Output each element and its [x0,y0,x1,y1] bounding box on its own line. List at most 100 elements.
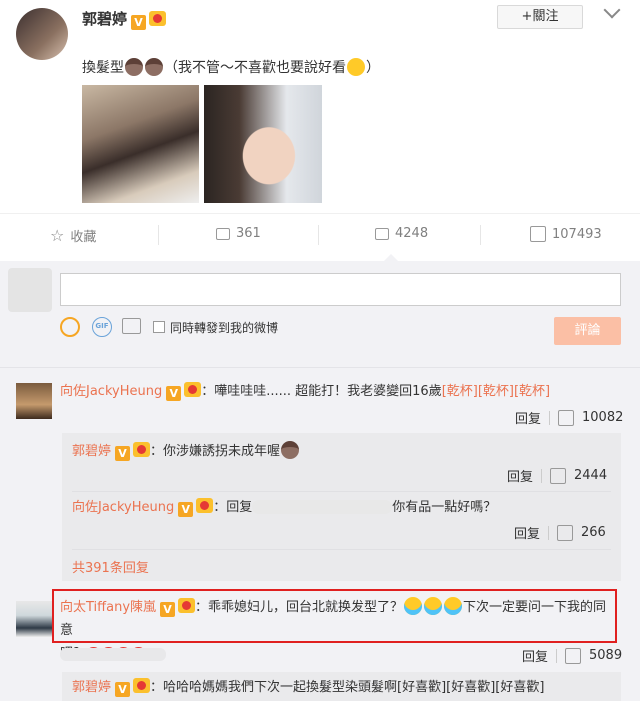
like-action[interactable]: 107493 [530,226,602,242]
sub-reply-author[interactable]: 郭碧婷 [72,680,111,695]
post-author-avatar[interactable] [16,8,68,60]
submit-comment-label: 評論 [574,323,601,338]
verified-icon: V [115,446,131,461]
sub-reply-text: ：哈哈哈媽媽我們下次一起換髮型染頭髮啊[好喜歡][好喜歡][好喜歡] [150,680,545,695]
divider [158,225,159,245]
post-author-row: 郭碧婷 V [82,8,167,30]
thumbs-up-icon [530,226,546,242]
verified-icon: V [131,15,147,30]
comment-text-emoticons: [乾杯][乾杯][乾杯] [441,384,551,399]
redacted-timestamp [60,648,166,661]
like-count: 107493 [552,226,602,242]
comment-like-count: 10082 [582,410,624,425]
emoji-icon[interactable] [60,317,80,337]
yum-emoji-icon [347,58,365,76]
follow-button[interactable]: +關注 [497,5,583,29]
member-level-icon [178,598,196,613]
thumbs-up-icon[interactable] [550,467,567,484]
sub-reply-text-end: 你有品一點好嗎？ [392,500,497,515]
reply-link[interactable]: 回复 [515,408,541,427]
comment-actions: 回复 5089 [522,646,622,665]
thumbs-up-icon[interactable] [558,409,575,426]
divider [556,648,558,663]
comment-actions: 回复 10082 [515,408,623,427]
divider [541,468,543,483]
sub-reply-text: ：回复 [213,500,253,515]
sub-reply-like-count: 2444 [574,468,608,483]
gif-icon[interactable]: GIF [92,317,112,337]
verified-icon: V [178,502,194,517]
divider [72,491,611,492]
current-user-avatar[interactable] [8,268,52,312]
member-level-icon [149,11,167,26]
sub-reply-actions: 回复 266 [514,523,606,542]
commenter-avatar[interactable] [16,383,52,419]
comment-like-count: 5089 [589,648,623,663]
post-image-2[interactable] [204,85,322,203]
repost-checkbox-label[interactable]: 同時轉發到我的微博 [170,319,278,336]
comment-author[interactable]: 向佐JackyHeung [60,384,162,399]
sub-reply-like-count: 266 [581,525,606,540]
comment-count: 4248 [395,226,429,241]
sub-replies-box: 郭碧婷 V ：哈哈哈媽媽我們下次一起換髮型染頭髮啊[好喜歡][好喜歡][好喜歡] [62,672,621,701]
favorite-label: 收藏 [70,230,97,245]
sub-replies-box: 郭碧婷 V ：你涉嫌誘拐未成年喔 回复 2444 向佐JackyHeung V ：回复 你… [62,433,621,581]
divider [548,525,550,540]
reply-link[interactable]: 回复 [522,646,548,665]
sub-reply-text: ：你涉嫌誘拐未成年喔 [150,444,281,459]
comment-icon [375,227,389,240]
post-image-1[interactable] [82,85,199,203]
sub-reply-item: 向佐JackyHeung V ：回复 你有品一點好嗎？ [72,498,611,518]
submit-comment-button[interactable]: 評論 [554,317,621,345]
verified-icon: V [166,386,182,401]
member-level-icon [196,498,214,513]
repost-count: 361 [236,226,261,241]
sub-reply-item: 郭碧婷 V ：哈哈哈媽媽我們下次一起換髮型染頭髮啊[好喜歡][好喜歡][好喜歡] [72,678,611,698]
boy-emoji-icon [281,441,300,459]
member-level-icon [133,678,151,693]
more-replies-label: 共391条回复 [72,561,149,576]
divider [480,225,481,245]
comment-author[interactable]: 向太Tiffany陳嵐 [60,600,156,615]
crying-emoji-icon [424,597,443,615]
sub-reply-item: 郭碧婷 V ：你涉嫌誘拐未成年喔 [72,441,611,462]
sub-reply-actions: 回复 2444 [507,466,607,485]
reply-link[interactable]: 回复 [514,523,540,542]
comment-input[interactable] [60,273,621,306]
image-icon[interactable] [122,318,141,334]
divider [0,367,640,368]
sub-reply-author[interactable]: 向佐JackyHeung [72,500,174,515]
comment-item: 向佐JackyHeung V ：嘩哇哇哇...... 超能打！我老婆變回16歲[乾杯… [60,382,625,402]
comment-text: ：乖乖媳妇儿，回台北就换发型了？ [195,600,404,615]
favorite-action[interactable]: ☆ 收藏 [50,226,96,245]
divider [318,225,319,245]
boy-emoji-icon [145,58,163,76]
comment-action[interactable]: 4248 [375,226,428,241]
post-text-close: ） [366,60,380,76]
boy-emoji-icon [125,58,143,76]
verified-icon: V [115,682,131,697]
reply-link[interactable]: 回复 [507,466,533,485]
commenter-avatar[interactable] [16,601,52,637]
sub-reply-author[interactable]: 郭碧婷 [72,444,111,459]
repost-checkbox[interactable] [153,321,165,333]
repost-icon [216,227,230,240]
post-text: 換髮型 （我不管～不喜歡也要說好看 ） [82,57,380,79]
crying-emoji-icon [444,597,463,615]
thumbs-up-icon[interactable] [565,647,582,664]
verified-icon: V [160,602,176,617]
more-replies-link[interactable]: 共391条回复 [72,557,611,576]
member-level-icon [184,382,202,397]
redacted-mention [252,500,393,514]
follow-button-label: +關注 [521,9,559,24]
divider [549,410,551,425]
comment-text: ：嘩哇哇哇...... 超能打！我老婆變回16歲 [201,384,442,399]
star-icon: ☆ [50,226,65,245]
chevron-down-icon[interactable] [603,1,621,19]
post-text-suffix: （我不管～不喜歡也要說好看 [164,60,346,76]
gif-icon-label: GIF [95,322,109,330]
repost-action[interactable]: 361 [216,226,261,241]
thumbs-up-icon[interactable] [557,524,574,541]
post-text-main: 換髮型 [82,60,124,76]
post-author-name[interactable]: 郭碧婷 [82,10,127,28]
